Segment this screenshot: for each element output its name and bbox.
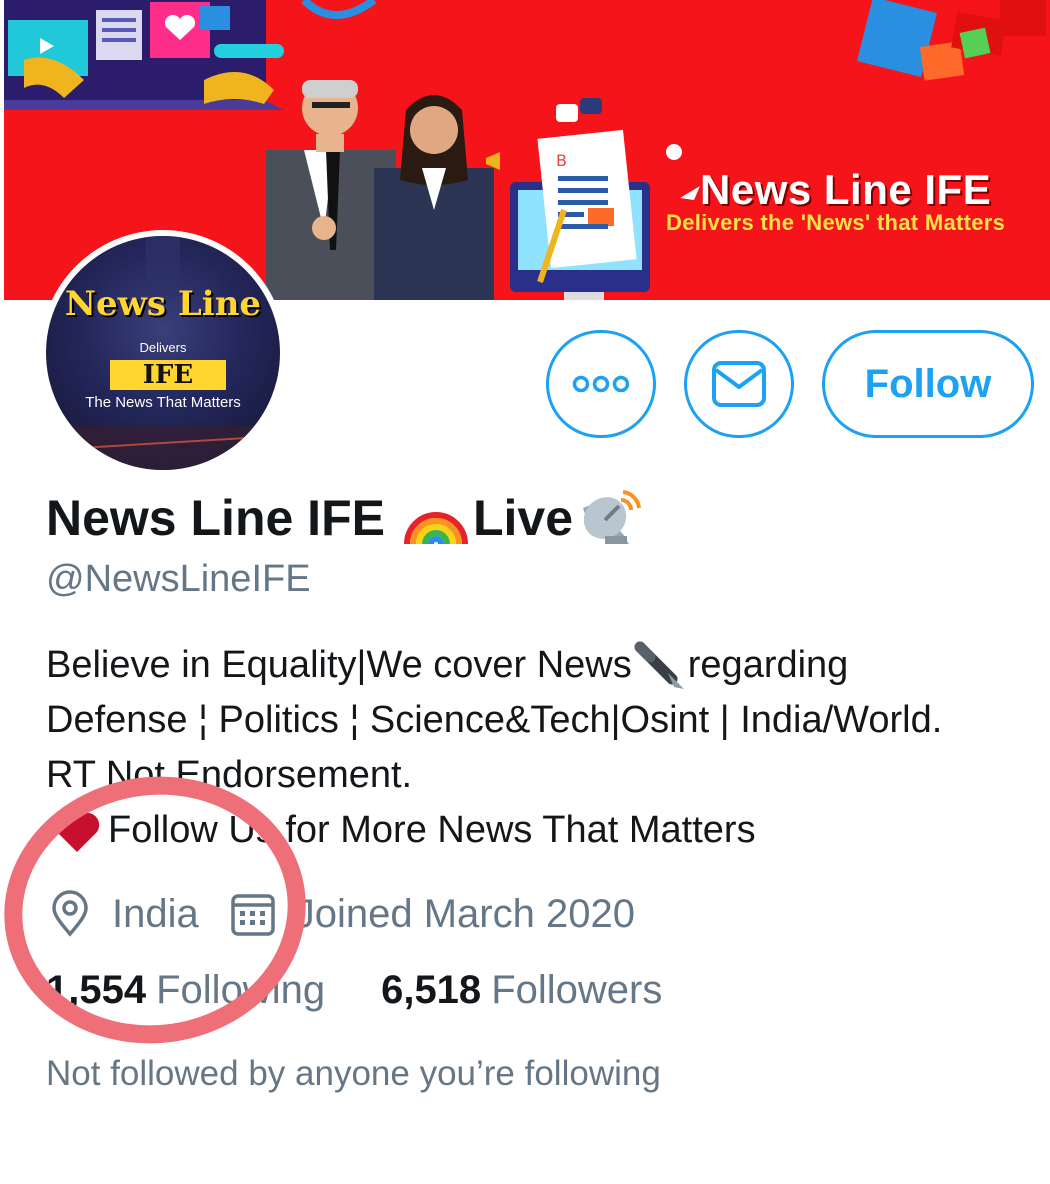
profile-bio: Believe in Equality|We cover News regard… bbox=[46, 638, 1046, 858]
banner-title: News Line IFE bbox=[700, 166, 992, 213]
more-dots-icon bbox=[572, 375, 630, 393]
joined-date: Joined March 2020 bbox=[294, 891, 635, 936]
followers-count: 6,518 bbox=[381, 968, 482, 1012]
profile-meta: India Joined March 2020 bbox=[46, 884, 635, 944]
fountain-pen-icon bbox=[634, 641, 684, 689]
followers-label: Followers bbox=[491, 968, 663, 1012]
display-name: News Line IFE Live bbox=[46, 488, 647, 548]
bio-line: Follow Us for More News That Matters bbox=[46, 803, 1046, 858]
bio-line: RT Not Endorsement. bbox=[46, 754, 413, 796]
followers-link[interactable]: 6,518 Followers bbox=[381, 968, 662, 1013]
satellite-dish-icon bbox=[583, 490, 642, 544]
following-link[interactable]: 1,554 Following bbox=[46, 968, 325, 1013]
avatar-delivers-text: Delivers bbox=[139, 340, 187, 355]
profile-handle: @NewsLineIFE bbox=[46, 558, 311, 600]
svg-text:B: B bbox=[556, 151, 567, 170]
avatar-tagline: The News That Matters bbox=[85, 394, 241, 411]
banner-subtitle: Delivers the 'News' that Matters bbox=[666, 210, 1006, 235]
display-name-text: News Line IFE bbox=[46, 490, 385, 546]
bio-line1-suffix: regarding bbox=[687, 644, 849, 686]
following-label: Following bbox=[156, 968, 326, 1012]
more-options-button[interactable] bbox=[546, 330, 656, 438]
avatar-logo: News Line Delivers IFE The News That Mat… bbox=[46, 236, 280, 470]
follow-button[interactable]: Follow bbox=[822, 330, 1034, 438]
avatar-brand-text: News Line bbox=[64, 284, 262, 324]
profile-avatar[interactable]: News Line Delivers IFE The News That Mat… bbox=[40, 230, 286, 476]
bio-line1-text: Believe in Equality|We cover News bbox=[46, 644, 632, 686]
follow-stats: 1,554 Following 6,518 Followers bbox=[46, 968, 718, 1013]
following-count: 1,554 bbox=[46, 968, 147, 1012]
bio-line: Believe in Equality|We cover News regard… bbox=[46, 638, 1046, 693]
mutual-followers-note: Not followed by anyone you’re following bbox=[46, 1054, 661, 1093]
location-pin-icon bbox=[52, 890, 88, 937]
avatar-ife-text: IFE bbox=[110, 360, 226, 390]
location-text: India bbox=[112, 891, 199, 936]
calendar-icon bbox=[231, 894, 275, 936]
red-heart-icon bbox=[54, 812, 100, 852]
rainbow-icon bbox=[403, 512, 468, 545]
message-button[interactable] bbox=[684, 330, 794, 438]
bio-line4-text: Follow Us for More News That Matters bbox=[108, 809, 756, 851]
display-name-suffix: Live bbox=[472, 490, 574, 546]
bio-line: Defense ¦ Politics ¦ Science&Tech|Osint … bbox=[46, 699, 943, 741]
envelope-icon bbox=[712, 361, 766, 407]
